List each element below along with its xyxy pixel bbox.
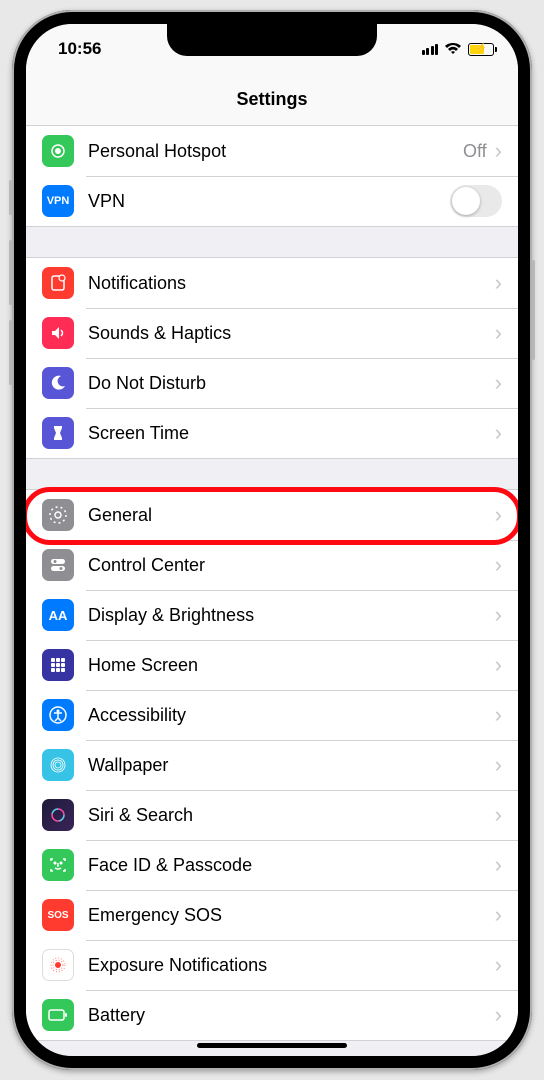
cellular-icon [422,43,439,55]
hotspot-value: Off [463,141,487,162]
chevron-icon: › [495,652,502,678]
sounds-label: Sounds & Haptics [88,323,495,344]
chevron-icon: › [495,552,502,578]
screentime-label: Screen Time [88,423,495,444]
homescreen-label: Home Screen [88,655,495,676]
accessibility-icon [42,699,74,731]
row-notifications[interactable]: Notifications › [26,258,518,308]
page-title: Settings [236,89,307,110]
row-siri[interactable]: Siri & Search › [26,790,518,840]
controlcenter-icon [42,549,74,581]
power-button [532,260,535,360]
row-display[interactable]: AA Display & Brightness › [26,590,518,640]
faceid-label: Face ID & Passcode [88,855,495,876]
dnd-label: Do Not Disturb [88,373,495,394]
wallpaper-label: Wallpaper [88,755,495,776]
row-exposure[interactable]: Exposure Notifications › [26,940,518,990]
chevron-icon: › [495,1002,502,1028]
chevron-icon: › [495,420,502,446]
volume-down [9,320,12,385]
chevron-icon: › [495,502,502,528]
screen: 10:56 ⚡ Settings Personal Hotspot Off › … [26,24,518,1056]
chevron-icon: › [495,370,502,396]
general-icon [42,499,74,531]
vpn-icon: VPN [42,185,74,217]
section-connectivity: Personal Hotspot Off › VPN VPN [26,126,518,227]
display-icon: AA [42,599,74,631]
chevron-icon: › [495,138,502,164]
row-faceid[interactable]: Face ID & Passcode › [26,840,518,890]
sos-label: Emergency SOS [88,905,495,926]
notifications-label: Notifications [88,273,495,294]
accessibility-label: Accessibility [88,705,495,726]
row-battery[interactable]: Battery › [26,990,518,1040]
general-label: General [88,505,495,526]
settings-list[interactable]: Personal Hotspot Off › VPN VPN Notificat… [26,126,518,1056]
chevron-icon: › [495,752,502,778]
siri-label: Siri & Search [88,805,495,826]
exposure-icon [42,949,74,981]
dnd-icon [42,367,74,399]
sounds-icon [42,317,74,349]
faceid-icon [42,849,74,881]
hotspot-icon [42,135,74,167]
volume-up [9,240,12,305]
homescreen-icon [42,649,74,681]
row-general[interactable]: General › [26,490,518,540]
screentime-icon [42,417,74,449]
silent-switch [9,180,12,215]
battery-row-icon [42,999,74,1031]
display-label: Display & Brightness [88,605,495,626]
wifi-icon [444,42,462,56]
phone-frame: 10:56 ⚡ Settings Personal Hotspot Off › … [12,10,532,1070]
chevron-icon: › [495,952,502,978]
notifications-icon [42,267,74,299]
row-wallpaper[interactable]: Wallpaper › [26,740,518,790]
chevron-icon: › [495,320,502,346]
siri-icon [42,799,74,831]
chevron-icon: › [495,802,502,828]
row-controlcenter[interactable]: Control Center › [26,540,518,590]
vpn-label: VPN [88,191,450,212]
sos-icon: SOS [42,899,74,931]
controlcenter-label: Control Center [88,555,495,576]
notch [167,24,377,56]
wallpaper-icon [42,749,74,781]
battery-icon: ⚡ [468,43,494,56]
exposure-label: Exposure Notifications [88,955,495,976]
chevron-icon: › [495,702,502,728]
row-sounds[interactable]: Sounds & Haptics › [26,308,518,358]
row-dnd[interactable]: Do Not Disturb › [26,358,518,408]
section-alerts: Notifications › Sounds & Haptics › Do No… [26,257,518,459]
battery-label: Battery [88,1005,495,1026]
row-accessibility[interactable]: Accessibility › [26,690,518,740]
row-screentime[interactable]: Screen Time › [26,408,518,458]
home-indicator[interactable] [197,1043,347,1048]
hotspot-label: Personal Hotspot [88,141,463,162]
chevron-icon: › [495,852,502,878]
nav-bar: Settings [26,74,518,126]
row-sos[interactable]: SOS Emergency SOS › [26,890,518,940]
status-time: 10:56 [58,39,101,59]
row-homescreen[interactable]: Home Screen › [26,640,518,690]
row-vpn[interactable]: VPN VPN [26,176,518,226]
section-device: General › Control Center › AA Display & … [26,489,518,1041]
chevron-icon: › [495,270,502,296]
row-personal-hotspot[interactable]: Personal Hotspot Off › [26,126,518,176]
chevron-icon: › [495,902,502,928]
vpn-toggle[interactable] [450,185,502,217]
status-indicators: ⚡ [422,42,495,56]
chevron-icon: › [495,602,502,628]
